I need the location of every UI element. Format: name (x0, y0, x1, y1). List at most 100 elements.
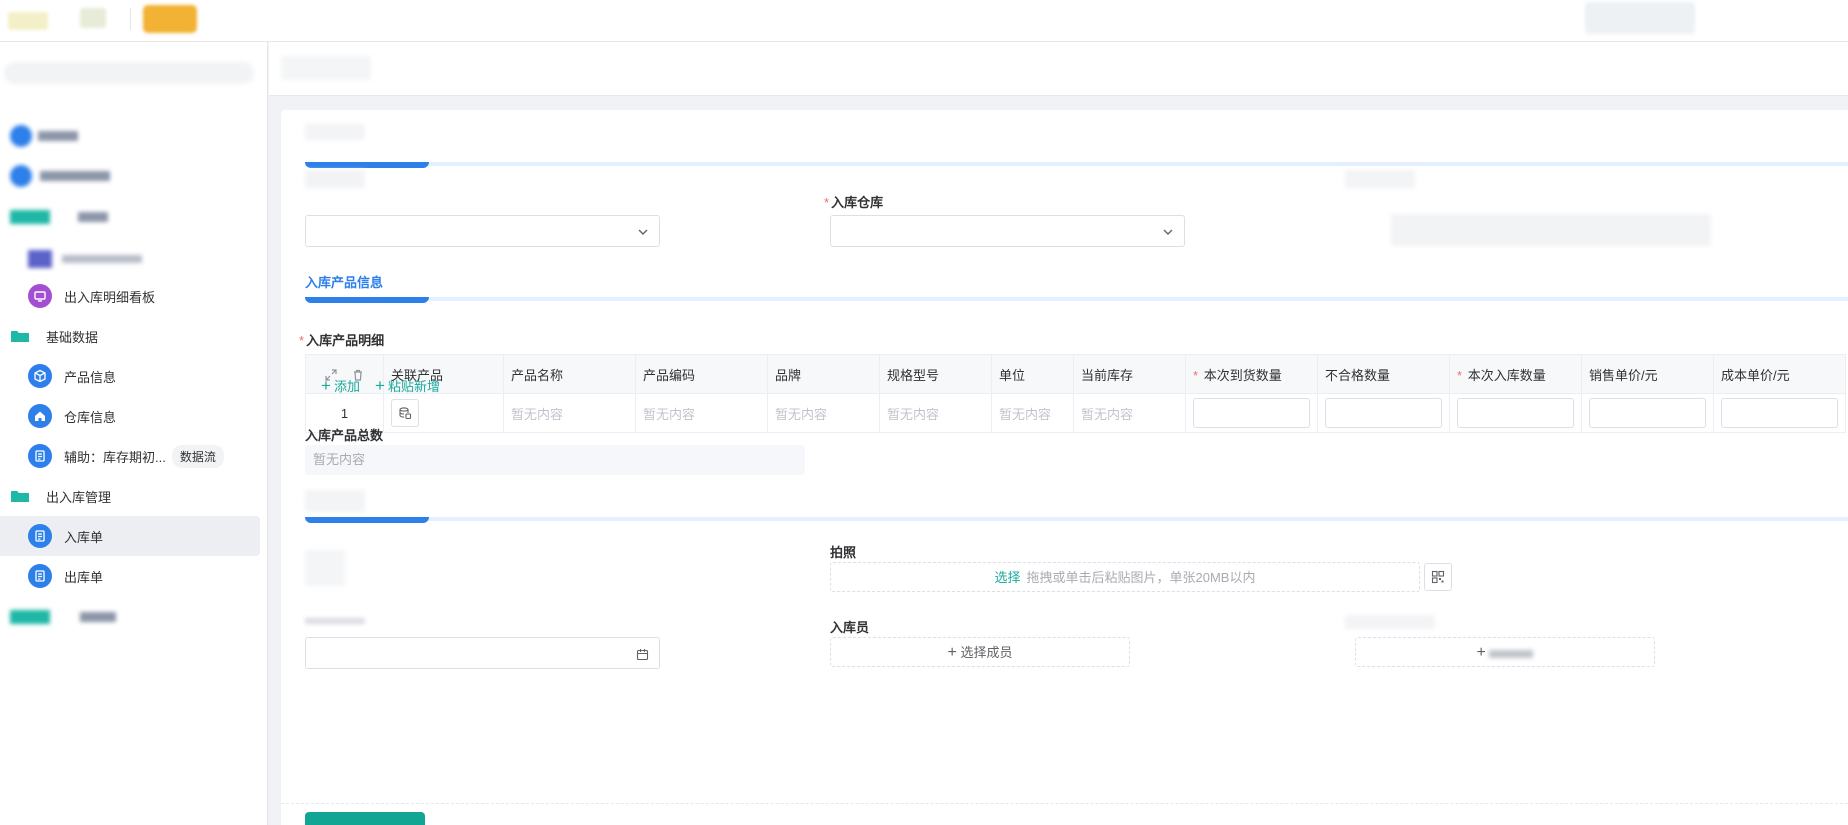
col-header-required: * 本次入库数量 (1449, 354, 1582, 394)
table-header-row: 关联产品 产品名称 产品编码 品牌 规格型号 单位 当前库存 * 本次到货数量 … (305, 354, 1846, 394)
sidebar-item-label-blurred (40, 171, 110, 181)
sidebar-item-label: 辅助：库存期初... (64, 449, 166, 465)
photo-hint: 拖拽或单击后粘贴图片，单张20MB以内 (1026, 570, 1256, 585)
photo-label: 拍照 (830, 545, 857, 560)
col-header: 不合格数量 (1317, 354, 1450, 394)
spec-cell: 暂无内容 (879, 393, 992, 433)
plus-icon: + (375, 376, 385, 395)
sidebar-item-inbound-order[interactable]: 入库单 (0, 516, 260, 556)
detail-label: * 入库产品明细 (299, 333, 385, 348)
cube-icon (28, 364, 52, 388)
sidebar-item-blurred-1[interactable] (0, 156, 260, 196)
chevron-down-icon (1163, 229, 1173, 235)
app-icon-blurred[interactable] (80, 8, 106, 28)
table-row: 1 暂无内容 暂无内容 暂无内容 暂无内容 暂无内容 暂无内容 (305, 393, 1846, 433)
dataflow-badge[interactable]: 数据流 (171, 444, 224, 468)
sidebar-folder-blurred[interactable] (0, 197, 260, 237)
col-header: 规格型号 (879, 354, 992, 394)
sidebar-item-outbound-order[interactable]: 出库单 (0, 556, 260, 596)
sidebar-item-label: 出入库管理 (46, 489, 112, 505)
col-header: 成本单价/元 (1713, 354, 1846, 394)
warehouse-label: * 入库仓库 (824, 195, 884, 210)
defect-qty-input[interactable] (1325, 398, 1442, 428)
field-label-blurred (1345, 170, 1415, 188)
date-input[interactable] (305, 637, 660, 669)
sidebar-item-label-blurred (78, 212, 108, 222)
top-bar (0, 0, 1848, 42)
folder-icon (10, 610, 50, 624)
logo-blurred (8, 12, 48, 30)
plus-icon: + (321, 376, 331, 395)
unit-cell: 暂无内容 (991, 393, 1074, 433)
operator-label: 入库员 (830, 620, 870, 635)
cost-price-cell (1713, 393, 1846, 433)
link-product-button[interactable] (391, 399, 419, 427)
sidebar-item-label: 产品信息 (64, 369, 117, 385)
radio-group-blurred[interactable] (305, 550, 345, 586)
sale-price-input[interactable] (1589, 398, 1706, 428)
document-icon (10, 165, 32, 187)
sidebar-item-dashboard[interactable]: 出入库明细看板 (0, 276, 260, 316)
monitor-icon (28, 284, 52, 308)
home-icon (10, 125, 32, 147)
sidebar-search[interactable] (4, 62, 254, 84)
paste-add-button[interactable]: + 粘贴新增 (375, 376, 440, 395)
user-area-blurred[interactable] (1585, 2, 1695, 34)
sidebar-folder-inout-management[interactable]: 出入库管理 (0, 476, 260, 516)
workspace-icon-blurred[interactable] (143, 5, 197, 33)
house-icon (28, 404, 52, 428)
select-member-button-2[interactable]: + (1355, 637, 1655, 667)
first-select[interactable] (305, 215, 660, 247)
inbound-qty-input[interactable] (1457, 398, 1574, 428)
folder-icon (11, 331, 29, 342)
photo-pick-link[interactable]: 选择 (995, 570, 1021, 585)
col-header-required: * 本次到货数量 (1185, 354, 1318, 394)
document-icon (28, 524, 52, 548)
product-code-cell: 暂无内容 (635, 393, 768, 433)
sidebar-item-label: 基础数据 (46, 329, 99, 345)
sidebar-item-label-blurred (38, 131, 78, 141)
qr-code-icon (1431, 570, 1445, 584)
field-label-blurred (305, 170, 365, 188)
sidebar-item-product-info[interactable]: 产品信息 (0, 356, 260, 396)
link-product-cell (383, 393, 504, 433)
col-header: 品牌 (767, 354, 880, 394)
sidebar-item-warehouse-info[interactable]: 仓库信息 (0, 396, 260, 436)
inbound-qty-cell (1449, 393, 1582, 433)
qr-code-button[interactable] (1424, 563, 1452, 591)
product-name-cell: 暂无内容 (503, 393, 636, 433)
select-member-button[interactable]: + 选择成员 (830, 637, 1130, 667)
total-value: 暂无内容 (305, 445, 805, 475)
sidebar: 出入库明细看板 基础数据 产品信息 仓库信息 辅助：库存期初... 数据流 出入… (0, 42, 268, 825)
sidebar-item-blurred-2[interactable] (0, 239, 260, 279)
arrival-qty-input[interactable] (1193, 398, 1310, 428)
defect-qty-cell (1317, 393, 1450, 433)
sidebar-item-home[interactable] (0, 116, 260, 156)
sidebar-item-label: 入库单 (64, 529, 104, 545)
cost-price-input[interactable] (1721, 398, 1838, 428)
sidebar-folder-blurred-bottom[interactable] (0, 597, 260, 637)
sidebar-item-label: 出库单 (64, 569, 104, 585)
col-header: 产品编码 (635, 354, 768, 394)
sidebar-item-label-blurred (80, 612, 116, 622)
total-label: 入库产品总数 (305, 428, 384, 443)
plus-icon: + (947, 644, 957, 661)
col-header: 单位 (991, 354, 1074, 394)
brand-cell: 暂无内容 (767, 393, 880, 433)
folder-icon (10, 210, 50, 224)
col-header: 销售单价/元 (1581, 354, 1714, 394)
sidebar-item-label: 仓库信息 (64, 409, 117, 425)
sidebar-folder-basic-data[interactable]: 基础数据 (0, 316, 260, 356)
add-row-button[interactable]: + 添加 (321, 376, 360, 395)
section-title-blurred (305, 124, 365, 140)
warehouse-select[interactable] (830, 215, 1185, 247)
photo-upload[interactable]: 选择 拖拽或单击后粘贴图片，单张20MB以内 (830, 562, 1420, 592)
arrival-qty-cell (1185, 393, 1318, 433)
footer-divider (281, 803, 1848, 804)
chart-icon (28, 250, 52, 268)
product-section-title: 入库产品信息 (305, 275, 384, 290)
date-label-blurred (305, 618, 365, 624)
submit-button[interactable] (305, 812, 425, 825)
sidebar-item-initial-stock[interactable]: 辅助：库存期初... 数据流 (0, 436, 260, 476)
page-title-blurred (281, 56, 371, 80)
